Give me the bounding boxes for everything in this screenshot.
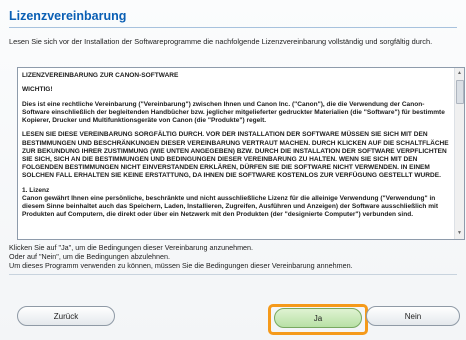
license-content: LIZENZVEREINBARUNG ZUR CANON-SOFTWARE WI…	[22, 72, 450, 238]
license-paragraph: 1. Lizenz Canon gewährt Ihnen eine persö…	[22, 186, 439, 219]
page-title: Lizenzvereinbarung	[9, 9, 127, 23]
bottom-divider	[9, 274, 457, 275]
scroll-thumb[interactable]	[456, 80, 464, 104]
license-scrollbar[interactable]: ▲ ▼	[454, 68, 464, 239]
intro-text: Lesen Sie sich vor der Installation der …	[9, 37, 433, 46]
instruction-line: Um dieses Programm verwenden zu können, …	[9, 260, 353, 270]
installer-window: Lizenzvereinbarung Lesen Sie sich vor de…	[0, 0, 466, 340]
title-divider	[9, 27, 457, 28]
license-text-box[interactable]: LIZENZVEREINBARUNG ZUR CANON-SOFTWARE WI…	[17, 67, 465, 240]
no-button[interactable]: Nein	[366, 306, 460, 326]
scroll-down-icon[interactable]: ▼	[455, 229, 464, 238]
license-paragraph: WICHTIG!	[22, 86, 53, 94]
license-paragraph: LESEN SIE DIESE VEREINBARUNG SORGFÄLTIG …	[22, 131, 449, 180]
instructions: Klicken Sie auf "Ja", um die Bedingungen…	[9, 243, 459, 271]
scroll-up-icon[interactable]: ▲	[455, 69, 464, 78]
yes-button[interactable]: Ja	[274, 308, 362, 328]
license-paragraph: Dies ist eine rechtliche Vereinbarung ("…	[22, 100, 445, 124]
back-button[interactable]: Zurück	[17, 306, 115, 326]
license-heading: LIZENZVEREINBARUNG ZUR CANON-SOFTWARE	[22, 72, 179, 79]
